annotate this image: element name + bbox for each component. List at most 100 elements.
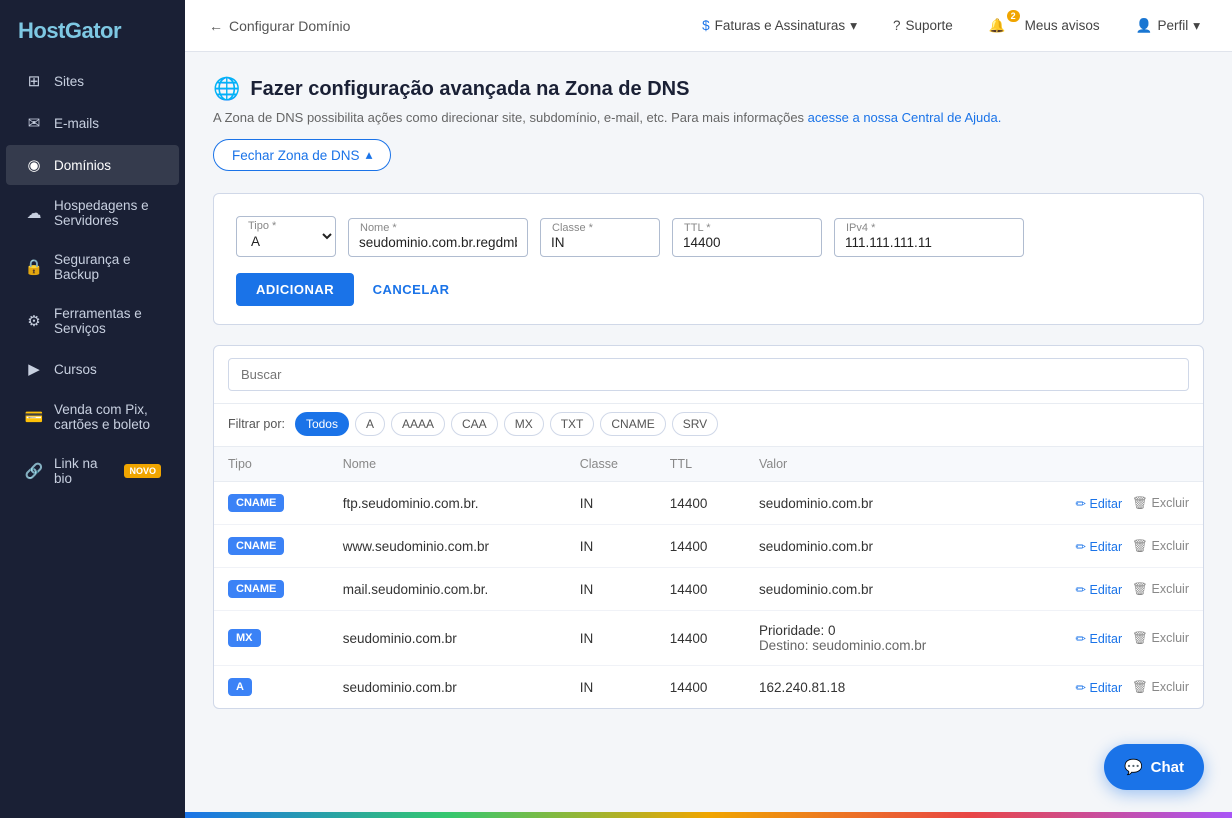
valor-cell: seudominio.com.br (745, 525, 1011, 568)
valor-cell: Prioridade: 0Destino: seudominio.com.br (745, 611, 1011, 666)
col-valor: Valor (745, 447, 1011, 482)
form-row: Tipo * A Nome * Classe * TTL * (236, 216, 1181, 257)
ttl-input[interactable] (672, 218, 822, 257)
ttl-cell: 14400 (656, 611, 745, 666)
main-area: ← Configurar Domínio $ Faturas e Assinat… (185, 0, 1232, 818)
delete-button[interactable]: 🗑 Excluir (1132, 539, 1189, 554)
avisos-count-badge: 2 (1007, 10, 1020, 22)
ttl-cell: 14400 (656, 666, 745, 709)
col-ttl: TTL (656, 447, 745, 482)
table-row: CNAME ftp.seudominio.com.br. IN 14400 se… (214, 482, 1203, 525)
filter-todos[interactable]: Todos (295, 412, 349, 436)
topnav: ← Configurar Domínio $ Faturas e Assinat… (185, 0, 1232, 52)
globe-icon: 🌐 (213, 76, 240, 102)
search-input[interactable] (228, 358, 1189, 391)
sidebar-item-label: E-mails (54, 116, 99, 131)
close-dns-button[interactable]: Fechar Zona de DNS ▴ (213, 139, 391, 171)
novo-badge: NOVO (124, 464, 161, 478)
table-header-row: Tipo Nome Classe TTL Valor (214, 447, 1203, 482)
adicionar-button[interactable]: ADICIONAR (236, 273, 354, 306)
edit-button[interactable]: ✏ Editar (1076, 631, 1123, 646)
ttl-cell: 14400 (656, 482, 745, 525)
chat-button[interactable]: 💬 Chat (1104, 744, 1204, 790)
sidebar-item-cursos[interactable]: ▶ Cursos (6, 349, 179, 389)
actions-cell: ✏ Editar 🗑 Excluir (1025, 496, 1189, 511)
table-row: CNAME www.seudominio.com.br IN 14400 seu… (214, 525, 1203, 568)
user-icon: 👤 (1136, 18, 1153, 34)
link-icon: 🔗 (24, 462, 44, 480)
ipv4-input[interactable] (834, 218, 1024, 257)
faturas-menu[interactable]: $ Faturas e Assinaturas ▾ (694, 12, 865, 40)
actions-cell: ✏ Editar 🗑 Excluir (1025, 582, 1189, 597)
edit-button[interactable]: ✏ Editar (1076, 496, 1123, 511)
sidebar-item-label: Hospedagens e Servidores (54, 198, 161, 228)
sidebar-item-seguranca[interactable]: 🔒 Segurança e Backup (6, 241, 179, 293)
actions-cell: ✏ Editar 🗑 Excluir (1025, 631, 1189, 646)
sidebar-item-emails[interactable]: ✉ E-mails (6, 103, 179, 143)
cursos-icon: ▶ (24, 360, 44, 378)
classe-cell: IN (566, 525, 656, 568)
sidebar-item-linknabio[interactable]: 🔗 Link na bio NOVO (6, 445, 179, 497)
cancelar-button[interactable]: CANCELAR (359, 273, 464, 306)
nome-field: Nome * (348, 218, 528, 257)
ttl-cell: 14400 (656, 525, 745, 568)
tipo-badge: CNAME (228, 580, 284, 598)
central-ajuda-link[interactable]: acesse a nossa Central de Ajuda. (808, 110, 1002, 125)
ipv4-field: IPv4 * (834, 218, 1024, 257)
actions-cell: ✏ Editar 🗑 Excluir (1025, 539, 1189, 554)
nome-input[interactable] (348, 218, 528, 257)
sidebar-item-venda[interactable]: 💳 Venda com Pix, cartões e boleto (6, 391, 179, 443)
edit-button[interactable]: ✏ Editar (1076, 582, 1123, 597)
delete-button[interactable]: 🗑 Excluir (1132, 582, 1189, 597)
filter-a[interactable]: A (355, 412, 385, 436)
col-actions (1011, 447, 1203, 482)
sidebar-item-ferramentas[interactable]: ⚙ Ferramentas e Serviços (6, 295, 179, 347)
sidebar: HostGator ⊞ Sites ✉ E-mails ◉ Domínios ☁… (0, 0, 185, 818)
chat-label: Chat (1151, 759, 1184, 776)
dns-title: Fazer configuração avançada na Zona de D… (250, 78, 689, 101)
filter-caa[interactable]: CAA (451, 412, 498, 436)
delete-button[interactable]: 🗑 Excluir (1132, 680, 1189, 695)
nome-cell: www.seudominio.com.br (329, 525, 566, 568)
filter-srv[interactable]: SRV (672, 412, 718, 436)
sidebar-item-label: Link na bio (54, 456, 110, 486)
filter-mx[interactable]: MX (504, 412, 544, 436)
valor-cell: seudominio.com.br (745, 482, 1011, 525)
filter-cname[interactable]: CNAME (600, 412, 665, 436)
table-row: CNAME mail.seudominio.com.br. IN 14400 s… (214, 568, 1203, 611)
edit-button[interactable]: ✏ Editar (1076, 680, 1123, 695)
classe-cell: IN (566, 568, 656, 611)
filter-txt[interactable]: TXT (550, 412, 595, 436)
suporte-menu[interactable]: ? Suporte (885, 12, 961, 39)
tipo-select[interactable]: A (236, 216, 336, 257)
ttl-field: TTL * (672, 218, 822, 257)
delete-button[interactable]: 🗑 Excluir (1132, 496, 1189, 511)
avisos-menu[interactable]: 🔔 2 Meus avisos (981, 12, 1108, 40)
help-icon: ? (893, 18, 901, 33)
actions-cell: ✏ Editar 🗑 Excluir (1025, 680, 1189, 695)
back-arrow-icon: ← (209, 18, 223, 34)
col-tipo: Tipo (214, 447, 329, 482)
tipo-badge: CNAME (228, 494, 284, 512)
valor-cell: seudominio.com.br (745, 568, 1011, 611)
sidebar-item-label: Segurança e Backup (54, 252, 161, 282)
tipo-badge: CNAME (228, 537, 284, 555)
sidebar-item-hospedagens[interactable]: ☁ Hospedagens e Servidores (6, 187, 179, 239)
perfil-menu[interactable]: 👤 Perfil ▾ (1128, 12, 1208, 40)
classe-input[interactable] (540, 218, 660, 257)
classe-cell: IN (566, 666, 656, 709)
sites-icon: ⊞ (24, 72, 44, 90)
dns-table: Tipo Nome Classe TTL Valor CNAME ftp.seu… (214, 447, 1203, 708)
ferramentas-icon: ⚙ (24, 312, 44, 330)
sidebar-item-label: Sites (54, 74, 84, 89)
table-row: A seudominio.com.br IN 14400 162.240.81.… (214, 666, 1203, 709)
classe-field: Classe * (540, 218, 660, 257)
delete-button[interactable]: 🗑 Excluir (1132, 631, 1189, 646)
edit-button[interactable]: ✏ Editar (1076, 539, 1123, 554)
sidebar-item-sites[interactable]: ⊞ Sites (6, 61, 179, 101)
filter-aaaa[interactable]: AAAA (391, 412, 445, 436)
sidebar-item-dominios[interactable]: ◉ Domínios (6, 145, 179, 185)
search-bar (214, 346, 1203, 404)
back-button[interactable]: ← Configurar Domínio (209, 18, 350, 34)
dominios-icon: ◉ (24, 156, 44, 174)
